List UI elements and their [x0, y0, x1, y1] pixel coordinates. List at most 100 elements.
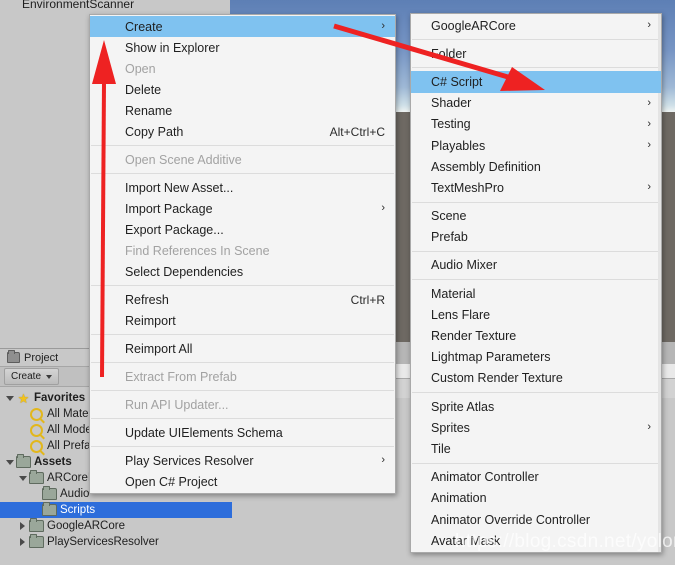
create-submenu-item-assembly-definition[interactable]: Assembly Definition	[411, 156, 661, 177]
menu-item-label: Folder	[431, 46, 467, 61]
tree-item-label: PlayServicesResolver	[47, 536, 159, 548]
context-menu-item-create[interactable]: Create ›	[90, 16, 395, 37]
context-menu-item-export-package[interactable]: Export Package...	[90, 219, 395, 240]
menu-item-label: Refresh	[125, 292, 169, 307]
menu-item-label: Create	[125, 19, 163, 34]
create-submenu-item-tile[interactable]: Tile	[411, 438, 661, 459]
context-menu-item-refresh[interactable]: Refresh Ctrl+R	[90, 289, 395, 310]
unity-editor-window: EnvironmentScanner Project Create ★ Favor…	[0, 0, 675, 565]
context-menu-item-import-new-asset[interactable]: Import New Asset...	[90, 177, 395, 198]
breadcrumb: EnvironmentScanner	[22, 0, 135, 11]
context-menu-item-rename[interactable]: Rename	[90, 100, 395, 121]
create-submenu-item-animator-controller[interactable]: Animator Controller	[411, 467, 661, 488]
tree-item-googlearcore[interactable]: GoogleARCore	[0, 518, 232, 534]
menu-separator	[91, 285, 394, 286]
create-submenu-item-folder[interactable]: Folder	[411, 43, 661, 64]
twisty-expanded-icon[interactable]	[3, 459, 16, 465]
menu-item-label: Import Package	[125, 201, 213, 216]
context-menu-item-copy-path[interactable]: Copy Path Alt+Ctrl+C	[90, 121, 395, 142]
menu-separator	[412, 39, 660, 41]
create-submenu-item-animator-override-controller[interactable]: Animator Override Controller	[411, 509, 661, 530]
create-dropdown-button[interactable]: Create	[4, 368, 60, 385]
context-menu-item-open-c-project[interactable]: Open C# Project	[90, 471, 395, 492]
create-submenu[interactable]: GoogleARCore › Folder C# Script Shader › Testi…	[410, 13, 662, 554]
menu-item-label: Rename	[125, 103, 173, 118]
tree-item-playservicesresolver[interactable]: PlayServicesResolver	[0, 534, 232, 550]
twisty-expanded-icon[interactable]	[3, 395, 16, 401]
create-submenu-item-c-script[interactable]: C# Script	[411, 71, 661, 93]
menu-separator	[412, 201, 660, 203]
menu-item-label: Open	[125, 61, 156, 76]
menu-item-label: Sprites	[431, 420, 470, 435]
search-icon	[29, 407, 44, 421]
menu-item-label: Testing	[431, 117, 471, 132]
create-submenu-item-googlearcore[interactable]: GoogleARCore ›	[411, 15, 661, 36]
create-submenu-item-testing[interactable]: Testing ›	[411, 114, 661, 135]
context-menu-item-show-in-explorer[interactable]: Show in Explorer	[90, 37, 395, 58]
menu-separator	[91, 446, 394, 447]
create-submenu-item-lens-flare[interactable]: Lens Flare	[411, 304, 661, 325]
menu-item-label: Open Scene Additive	[125, 152, 242, 167]
tree-item-scripts[interactable]: Scripts	[0, 502, 232, 518]
context-menu-item-play-services-resolver[interactable]: Play Services Resolver ›	[90, 450, 395, 471]
menu-item-label: TextMeshPro	[431, 180, 504, 195]
menu-item-label: Tile	[431, 441, 451, 456]
menu-item-shortcut: Ctrl+R	[350, 292, 385, 307]
context-menu-item-open-scene-additive: Open Scene Additive	[90, 149, 395, 170]
menu-separator	[91, 173, 394, 174]
create-submenu-item-animation[interactable]: Animation	[411, 488, 661, 509]
create-dropdown-label: Create	[11, 371, 42, 382]
tab-project[interactable]: Project	[5, 350, 64, 365]
menu-item-label: GoogleARCore	[431, 18, 516, 33]
chevron-right-icon: ›	[381, 454, 385, 466]
chevron-right-icon: ›	[647, 421, 651, 434]
menu-item-label: Open C# Project	[125, 474, 218, 489]
menu-separator	[412, 67, 660, 69]
context-menu-item-reimport-all[interactable]: Reimport All	[90, 338, 395, 359]
folder-icon	[29, 534, 44, 548]
watermark-text: https://blog.csdn.net/yolon3000	[455, 531, 675, 552]
menu-item-label: Lightmap Parameters	[431, 350, 551, 365]
context-menu-item-delete[interactable]: Delete	[90, 79, 395, 100]
chevron-right-icon: ›	[381, 202, 385, 214]
create-submenu-item-sprite-atlas[interactable]: Sprite Atlas	[411, 396, 661, 417]
twisty-expanded-icon[interactable]	[16, 475, 29, 481]
menu-item-label: Animator Controller	[431, 470, 539, 485]
create-submenu-item-audio-mixer[interactable]: Audio Mixer	[411, 255, 661, 276]
menu-item-label: Update UIElements Schema	[125, 425, 283, 440]
project-asset-context-menu[interactable]: Create › Show in Explorer Open Delete Rename C…	[89, 14, 396, 494]
menu-separator	[412, 462, 660, 464]
menu-item-shortcut: Alt+Ctrl+C	[329, 124, 385, 139]
create-submenu-item-scene[interactable]: Scene	[411, 206, 661, 227]
context-menu-item-reimport[interactable]: Reimport	[90, 310, 395, 331]
create-submenu-item-sprites[interactable]: Sprites ›	[411, 417, 661, 438]
create-submenu-item-playables[interactable]: Playables ›	[411, 135, 661, 156]
tree-item-label: Scripts	[60, 504, 96, 516]
context-menu-item-import-package[interactable]: Import Package ›	[90, 198, 395, 219]
chevron-down-icon	[46, 374, 53, 379]
menu-item-label: Run API Updater...	[125, 397, 229, 412]
create-submenu-item-material[interactable]: Material	[411, 283, 661, 304]
menu-item-label: Animation	[431, 491, 487, 506]
create-submenu-item-lightmap-parameters[interactable]: Lightmap Parameters	[411, 347, 661, 368]
context-menu-item-update-uielements-schema[interactable]: Update UIElements Schema	[90, 422, 395, 443]
folder-icon	[16, 454, 31, 468]
menu-item-label: Reimport All	[125, 341, 193, 356]
twisty-collapsed-icon[interactable]	[16, 522, 29, 530]
tab-project-label: Project	[24, 351, 59, 364]
menu-item-label: Delete	[125, 82, 162, 97]
menu-item-label: Lens Flare	[431, 307, 491, 322]
menu-separator	[91, 390, 394, 391]
context-menu-item-select-dependencies[interactable]: Select Dependencies	[90, 261, 395, 282]
menu-item-label: Custom Render Texture	[431, 371, 563, 386]
create-submenu-item-custom-render-texture[interactable]: Custom Render Texture	[411, 368, 661, 389]
create-submenu-item-textmeshpro[interactable]: TextMeshPro ›	[411, 177, 661, 198]
twisty-collapsed-icon[interactable]	[16, 538, 29, 546]
create-submenu-item-prefab[interactable]: Prefab	[411, 227, 661, 248]
menu-item-label: Sprite Atlas	[431, 399, 495, 414]
menu-item-label: Play Services Resolver	[125, 453, 254, 468]
menu-item-label: Show in Explorer	[125, 40, 220, 55]
create-submenu-item-render-texture[interactable]: Render Texture	[411, 325, 661, 346]
context-menu-item-find-references-in-scene: Find References In Scene	[90, 240, 395, 261]
create-submenu-item-shader[interactable]: Shader ›	[411, 93, 661, 114]
